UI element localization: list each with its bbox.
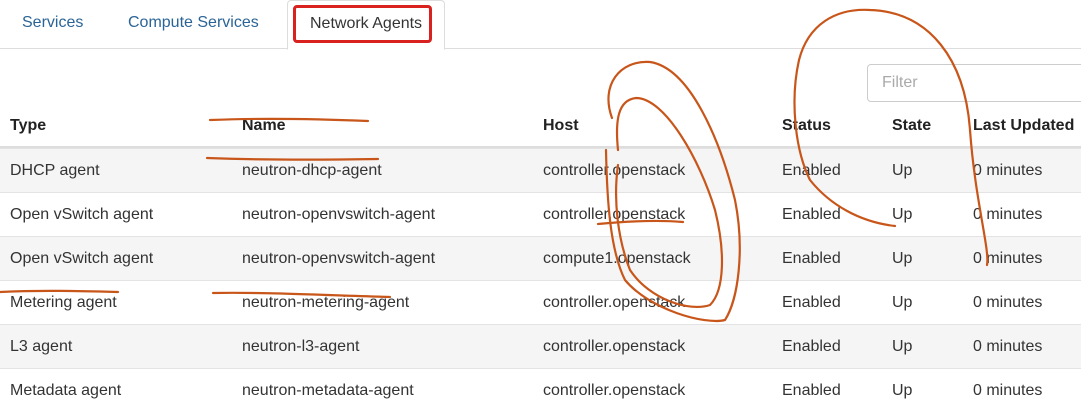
cell-state: Up	[892, 338, 913, 355]
cell-last-updated: 0 minutes	[973, 162, 1043, 179]
column-header-state[interactable]: State	[892, 104, 931, 148]
tab-compute-services[interactable]: Compute Services	[112, 0, 275, 49]
cell-name: neutron-dhcp-agent	[242, 162, 382, 179]
cell-type: Open vSwitch agent	[10, 206, 154, 223]
cell-last-updated: 0 minutes	[973, 206, 1043, 223]
cell-name: neutron-l3-agent	[242, 338, 360, 355]
cell-status: Enabled	[782, 382, 841, 399]
cell-host: controller.openstack	[543, 206, 686, 223]
tab-network-agents-label: Network Agents	[310, 15, 423, 32]
cell-status: Enabled	[782, 250, 841, 267]
table-row: Metering agent neutron-metering-agent co…	[0, 280, 1081, 324]
cell-type: L3 agent	[10, 338, 73, 355]
column-header-last-updated[interactable]: Last Updated	[973, 104, 1074, 148]
cell-type: Metering agent	[10, 294, 117, 311]
table-header-row: Type Name Host Status State Last Updated	[0, 104, 1081, 148]
table-row: DHCP agent neutron-dhcp-agent controller…	[0, 148, 1081, 192]
column-header-name[interactable]: Name	[242, 104, 286, 148]
tab-services[interactable]: Services	[6, 0, 99, 49]
cell-last-updated: 0 minutes	[973, 382, 1043, 399]
cell-status: Enabled	[782, 338, 841, 355]
column-header-status[interactable]: Status	[782, 104, 831, 148]
network-agents-table: Type Name Host Status State Last Updated…	[0, 104, 1081, 412]
cell-host: controller.openstack	[543, 162, 686, 179]
cell-state: Up	[892, 382, 913, 399]
tab-bar: Services Compute Services Network Agents	[0, 0, 1081, 50]
cell-status: Enabled	[782, 294, 841, 311]
cell-last-updated: 0 minutes	[973, 338, 1043, 355]
cell-status: Enabled	[782, 206, 841, 223]
table-row: L3 agent neutron-l3-agent controller.ope…	[0, 324, 1081, 368]
cell-host: controller.openstack	[543, 382, 686, 399]
cell-status: Enabled	[782, 162, 841, 179]
cell-state: Up	[892, 294, 913, 311]
cell-state: Up	[892, 250, 913, 267]
cell-host: controller.openstack	[543, 294, 686, 311]
tab-network-agents[interactable]: Network Agents	[287, 0, 445, 50]
cell-type: Open vSwitch agent	[10, 250, 154, 267]
cell-name: neutron-openvswitch-agent	[242, 206, 436, 223]
table-row: Open vSwitch agent neutron-openvswitch-a…	[0, 192, 1081, 236]
cell-host: compute1.openstack	[543, 250, 691, 267]
cell-name: neutron-metadata-agent	[242, 382, 414, 399]
cell-state: Up	[892, 162, 913, 179]
filter-input[interactable]	[867, 64, 1081, 102]
cell-last-updated: 0 minutes	[973, 250, 1043, 267]
cell-type: Metadata agent	[10, 382, 122, 399]
cell-state: Up	[892, 206, 913, 223]
cell-last-updated: 0 minutes	[973, 294, 1043, 311]
column-header-host[interactable]: Host	[543, 104, 579, 148]
column-header-type[interactable]: Type	[10, 104, 46, 148]
cell-name: neutron-metering-agent	[242, 294, 410, 311]
cell-name: neutron-openvswitch-agent	[242, 250, 436, 267]
cell-type: DHCP agent	[10, 162, 100, 179]
cell-host: controller.openstack	[543, 338, 686, 355]
table-row: Open vSwitch agent neutron-openvswitch-a…	[0, 236, 1081, 280]
table-row: Metadata agent neutron-metadata-agent co…	[0, 368, 1081, 412]
